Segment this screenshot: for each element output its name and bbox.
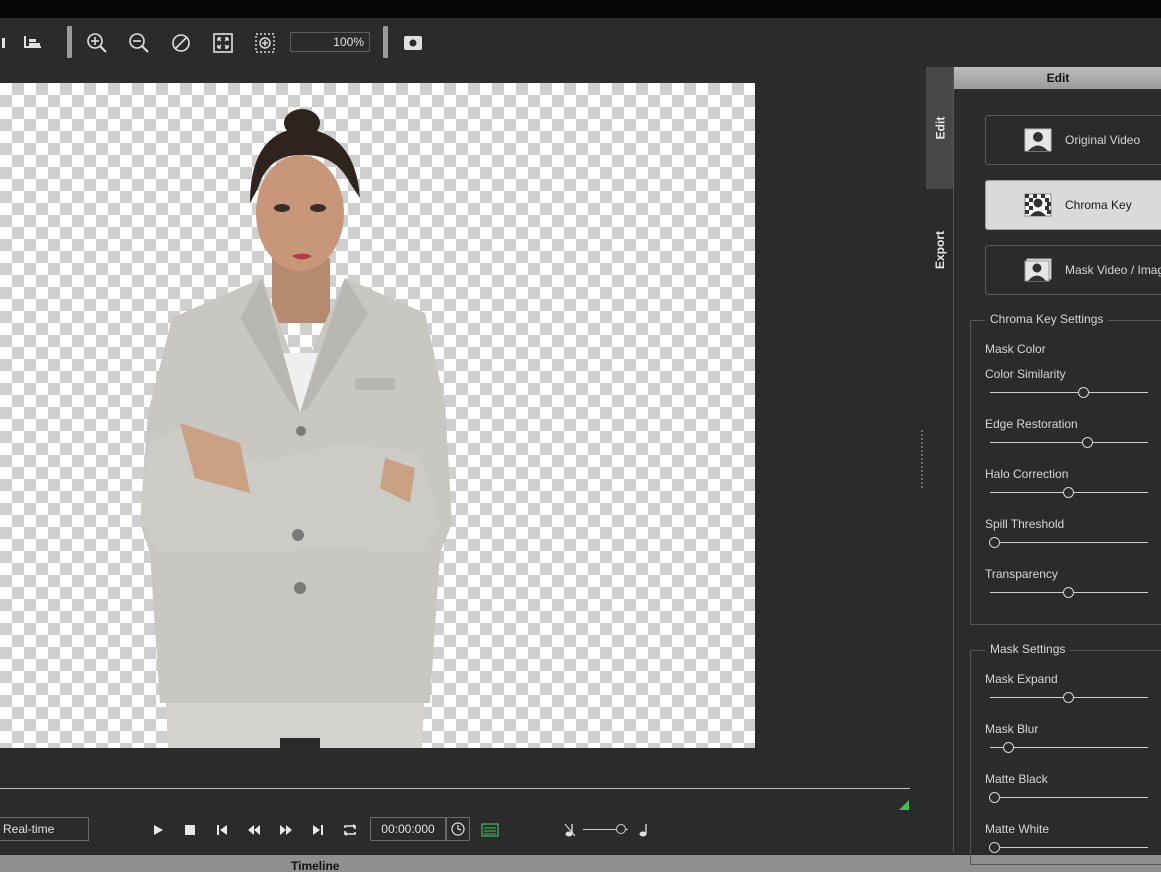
setting-slider[interactable] xyxy=(990,587,1148,599)
rewind-icon[interactable] xyxy=(244,820,264,840)
time-display[interactable]: 00:00:000 xyxy=(370,817,446,841)
setting-slider[interactable] xyxy=(990,437,1148,449)
tab-export-label: Export xyxy=(933,230,948,269)
slider-knob[interactable] xyxy=(1081,437,1093,448)
slider-knob[interactable] xyxy=(988,792,1000,803)
person-icon xyxy=(1024,128,1052,152)
playback-progress-line[interactable] xyxy=(0,788,910,789)
next-icon[interactable] xyxy=(308,820,328,840)
tab-edit[interactable]: Edit xyxy=(926,67,954,189)
mask-video-icon xyxy=(1024,258,1052,282)
woman-in-light-grey-suit xyxy=(140,109,452,748)
slider-knob[interactable] xyxy=(1063,587,1074,598)
tab-edit-label: Edit xyxy=(932,116,947,140)
slider-label: Color Similarity xyxy=(985,367,1066,381)
setting-slider[interactable] xyxy=(988,842,1148,854)
slider-knob[interactable] xyxy=(1063,487,1074,498)
mask-video-image-button[interactable]: Mask Video / Image xyxy=(985,245,1161,295)
note-fast-icon xyxy=(634,820,654,840)
slider-knob[interactable] xyxy=(1002,742,1014,753)
setting-slider[interactable] xyxy=(988,792,1148,804)
slider-knob[interactable] xyxy=(1078,387,1089,398)
snapshot-icon[interactable] xyxy=(399,29,427,57)
preview-viewport xyxy=(0,68,912,788)
list-icon[interactable] xyxy=(480,820,500,840)
tab-export[interactable]: Export xyxy=(926,189,954,310)
chroma-key-label: Chroma Key xyxy=(1065,198,1132,212)
slider-knob[interactable] xyxy=(1063,692,1074,703)
toolbar-separator xyxy=(383,26,388,58)
fast-forward-icon[interactable] xyxy=(276,820,296,840)
note-slow-icon xyxy=(560,820,580,840)
slider-track[interactable] xyxy=(990,797,1148,798)
edit-panel: Edit Original Video Chroma Key Mask Vide… xyxy=(953,67,1161,865)
slider-label: Edge Restoration xyxy=(985,417,1078,431)
zoom-out-icon[interactable] xyxy=(125,29,153,57)
setting-slider[interactable] xyxy=(990,742,1148,754)
title-strip xyxy=(0,0,1161,18)
panel-header: Edit xyxy=(954,67,1161,89)
zoom-in-icon[interactable] xyxy=(83,29,111,57)
chroma-key-icon xyxy=(1024,193,1052,217)
mask-settings-group: Mask Settings Mask Expand Mask Blur Matte … xyxy=(970,642,1161,865)
toolbar-separator xyxy=(67,26,72,58)
slider-knob[interactable] xyxy=(988,842,1000,853)
setting-slider[interactable] xyxy=(990,487,1148,499)
slider-track[interactable] xyxy=(990,847,1148,848)
setting-slider[interactable] xyxy=(990,692,1148,704)
clock-icon[interactable] xyxy=(446,817,470,841)
slider-knob[interactable] xyxy=(988,537,1000,548)
mask-settings-title: Mask Settings xyxy=(985,642,1071,656)
reset-zoom-icon[interactable] xyxy=(167,29,195,57)
preview-canvas[interactable] xyxy=(0,83,755,748)
mask-video-image-label: Mask Video / Image xyxy=(1065,263,1161,277)
panel-splitter[interactable] xyxy=(921,430,925,490)
slider-label: Mask Expand xyxy=(985,672,1058,686)
setting-slider[interactable] xyxy=(990,387,1148,399)
chroma-key-settings-title: Chroma Key Settings xyxy=(985,312,1109,326)
slider-label: Matte Black xyxy=(985,772,1048,786)
slider-track[interactable] xyxy=(990,442,1148,443)
slider-label: Transparency xyxy=(985,567,1058,581)
slider-track[interactable] xyxy=(990,542,1148,543)
setting-slider[interactable] xyxy=(988,537,1148,549)
slider-label: Matte White xyxy=(985,822,1050,836)
play-icon[interactable] xyxy=(148,820,168,840)
chroma-key-settings-group: Chroma Key Settings Mask Color Color Sim… xyxy=(970,312,1161,625)
side-tabs: Edit Export xyxy=(926,67,954,310)
align-bottom-icon[interactable] xyxy=(19,29,47,57)
slider-label: Halo Correction xyxy=(985,467,1069,481)
zoom-level-field[interactable]: 100% xyxy=(290,32,370,52)
slider-track[interactable] xyxy=(990,392,1148,393)
playback-mode-select[interactable]: Real-time xyxy=(0,817,89,841)
loop-icon[interactable] xyxy=(340,820,360,840)
playback-bar: Real-time 00:00:000 xyxy=(0,808,912,854)
mask-color-label: Mask Color xyxy=(985,342,1046,356)
stop-icon[interactable] xyxy=(180,820,200,840)
slider-label: Spill Threshold xyxy=(985,517,1065,531)
chroma-key-button[interactable]: Chroma Key xyxy=(985,180,1161,230)
slider-label: Mask Blur xyxy=(985,722,1039,736)
fit-view-icon[interactable] xyxy=(209,29,237,57)
viewer-toolbar: 100% xyxy=(0,18,1161,68)
previous-icon[interactable] xyxy=(212,820,232,840)
timeline-title: Timeline xyxy=(291,859,340,872)
speed-slider-knob[interactable] xyxy=(616,824,627,834)
actual-size-icon[interactable] xyxy=(251,29,279,57)
original-video-button[interactable]: Original Video xyxy=(985,115,1161,165)
partial-left-icon[interactable] xyxy=(0,29,14,57)
original-video-label: Original Video xyxy=(1065,133,1141,147)
